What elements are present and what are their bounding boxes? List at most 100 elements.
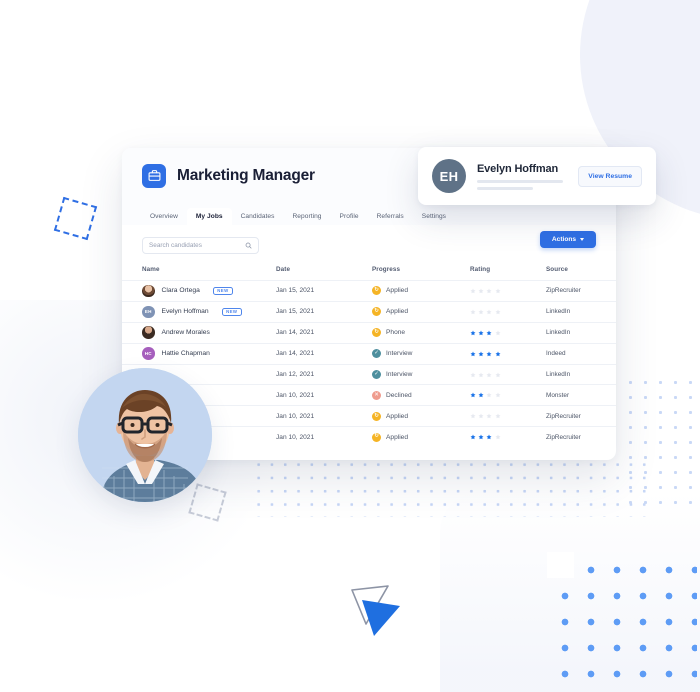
- cell-source: LinkedIn: [546, 300, 616, 323]
- status-icon-phone: ↻: [372, 328, 381, 338]
- status-icon-interview: ✓: [372, 349, 381, 359]
- star-icon: [486, 434, 492, 440]
- star-icon: [478, 309, 484, 315]
- dashed-square-blue-icon: [53, 196, 98, 241]
- rating-stars[interactable]: [470, 372, 546, 378]
- star-icon: [495, 330, 501, 336]
- cell-rating: [470, 426, 546, 448]
- rating-stars[interactable]: [470, 309, 546, 315]
- play-triangle-icon: [348, 584, 408, 640]
- candidate-name: Evelyn Hoffman: [477, 162, 559, 175]
- star-icon: [478, 413, 484, 419]
- column-header-date: Date: [276, 266, 291, 273]
- avatar: [142, 284, 155, 298]
- cell-source: Monster: [546, 384, 616, 406]
- cell-name: EH Evelyn Hoffman NEW: [122, 300, 276, 323]
- cell-rating: [470, 405, 546, 427]
- avatar: EH: [142, 305, 155, 319]
- tab-candidates[interactable]: Candidates: [232, 208, 284, 225]
- tab-reporting[interactable]: Reporting: [283, 208, 330, 225]
- rating-stars[interactable]: [470, 434, 546, 440]
- briefcase-icon: [142, 163, 166, 188]
- table-row[interactable]: EH Evelyn Hoffman NEW Jan 15, 2021 ↻ Applied L…: [122, 300, 616, 323]
- actions-button-label: Actions: [551, 236, 577, 243]
- cell-progress: ✓ Interview: [372, 363, 470, 385]
- table-row[interactable]: HC Hattie Chapman Jan 14, 2021 ✓ Interview In…: [122, 342, 616, 365]
- cell-progress: ✓ Interview: [372, 342, 470, 365]
- status-icon-applied: ↻: [372, 307, 381, 317]
- candidate-name: Hattie Chapman: [161, 350, 210, 358]
- cell-rating: [470, 363, 546, 385]
- column-header-name: Name: [142, 266, 160, 273]
- view-resume-button[interactable]: View Resume: [578, 165, 642, 187]
- star-icon: [470, 330, 476, 336]
- search-input[interactable]: Search candidates: [142, 237, 259, 254]
- dot-grid-right: [620, 372, 700, 504]
- candidate-name: Evelyn Hoffman: [161, 308, 209, 316]
- star-icon: [470, 392, 476, 398]
- status-icon-declined: ✕: [372, 390, 381, 400]
- cell-date: Jan 10, 2021: [276, 426, 372, 448]
- cell-rating: [470, 342, 546, 365]
- cell-rating: [470, 280, 546, 302]
- table-row[interactable]: Andrew Morales Jan 14, 2021 ↻ Phone LinkedIn: [122, 321, 616, 344]
- star-icon: [486, 309, 492, 315]
- star-icon: [478, 288, 484, 294]
- cell-date: Jan 12, 2021: [276, 363, 372, 385]
- candidate-preview-card: EH Evelyn Hoffman View Resume: [418, 147, 656, 205]
- tab-overview[interactable]: Overview: [141, 208, 187, 225]
- star-icon: [495, 392, 501, 398]
- cell-source: ZipRecruiter: [546, 426, 616, 448]
- star-icon: [478, 434, 484, 440]
- star-icon: [495, 413, 501, 419]
- cell-name: Clara Ortega NEW: [122, 280, 276, 302]
- tab-settings[interactable]: Settings: [413, 208, 455, 225]
- cell-progress: ↻ Applied: [372, 280, 470, 302]
- status-badge: NEW: [212, 286, 234, 296]
- search-placeholder: Search candidates: [149, 242, 202, 249]
- cell-progress: ↻ Applied: [372, 300, 470, 323]
- status-icon-applied: ↻: [372, 411, 381, 421]
- tab-profile[interactable]: Profile: [331, 208, 368, 225]
- rating-stars[interactable]: [470, 351, 546, 357]
- cell-date: Jan 14, 2021: [276, 321, 372, 344]
- star-icon: [495, 351, 501, 356]
- status-icon-applied: ↻: [372, 286, 381, 296]
- table-row[interactable]: SandersJan 12, 2021✓InterviewLinkedIn: [122, 363, 616, 385]
- rating-stars[interactable]: [470, 288, 546, 294]
- person-portrait-photo: [78, 368, 212, 502]
- dot-grid-mask: [547, 552, 574, 578]
- cell-name: HC Hattie Chapman: [122, 342, 276, 365]
- cell-date: Jan 15, 2021: [276, 280, 372, 302]
- star-icon: [478, 330, 484, 336]
- cell-source: Indeed: [546, 342, 616, 365]
- rating-stars[interactable]: [470, 413, 546, 419]
- cell-rating: [470, 321, 546, 344]
- tab-referrals[interactable]: Referrals: [368, 208, 413, 225]
- page-canvas: Marketing Manager Overview My Jobs Candi…: [0, 0, 700, 692]
- chevron-down-icon: [580, 238, 585, 241]
- star-icon: [495, 288, 501, 294]
- status-icon-applied: ↻: [372, 432, 381, 442]
- placeholder-line: [477, 186, 533, 190]
- table-row[interactable]: Clara Ortega NEW Jan 15, 2021 ↻ Applied ZipRe…: [122, 280, 616, 302]
- star-icon: [495, 372, 501, 377]
- star-icon: [486, 330, 492, 336]
- actions-button[interactable]: Actions: [540, 231, 596, 248]
- star-icon: [486, 288, 492, 294]
- page-title: Marketing Manager: [177, 166, 315, 184]
- rating-stars[interactable]: [470, 392, 546, 398]
- cell-progress: ↻ Applied: [372, 426, 470, 448]
- placeholder-line: [477, 179, 563, 183]
- star-icon: [486, 392, 492, 398]
- candidate-info: Evelyn Hoffman: [477, 163, 578, 190]
- column-header-source: Source: [546, 266, 568, 273]
- tab-my-jobs[interactable]: My Jobs: [186, 208, 232, 225]
- cell-source: LinkedIn: [546, 321, 616, 344]
- rating-stars[interactable]: [470, 330, 546, 336]
- star-icon: [470, 309, 476, 315]
- status-badge: NEW: [221, 307, 242, 316]
- avatar: HC: [142, 347, 155, 360]
- cell-source: ZipRecruiter: [546, 280, 616, 302]
- cell-source: LinkedIn: [546, 363, 616, 385]
